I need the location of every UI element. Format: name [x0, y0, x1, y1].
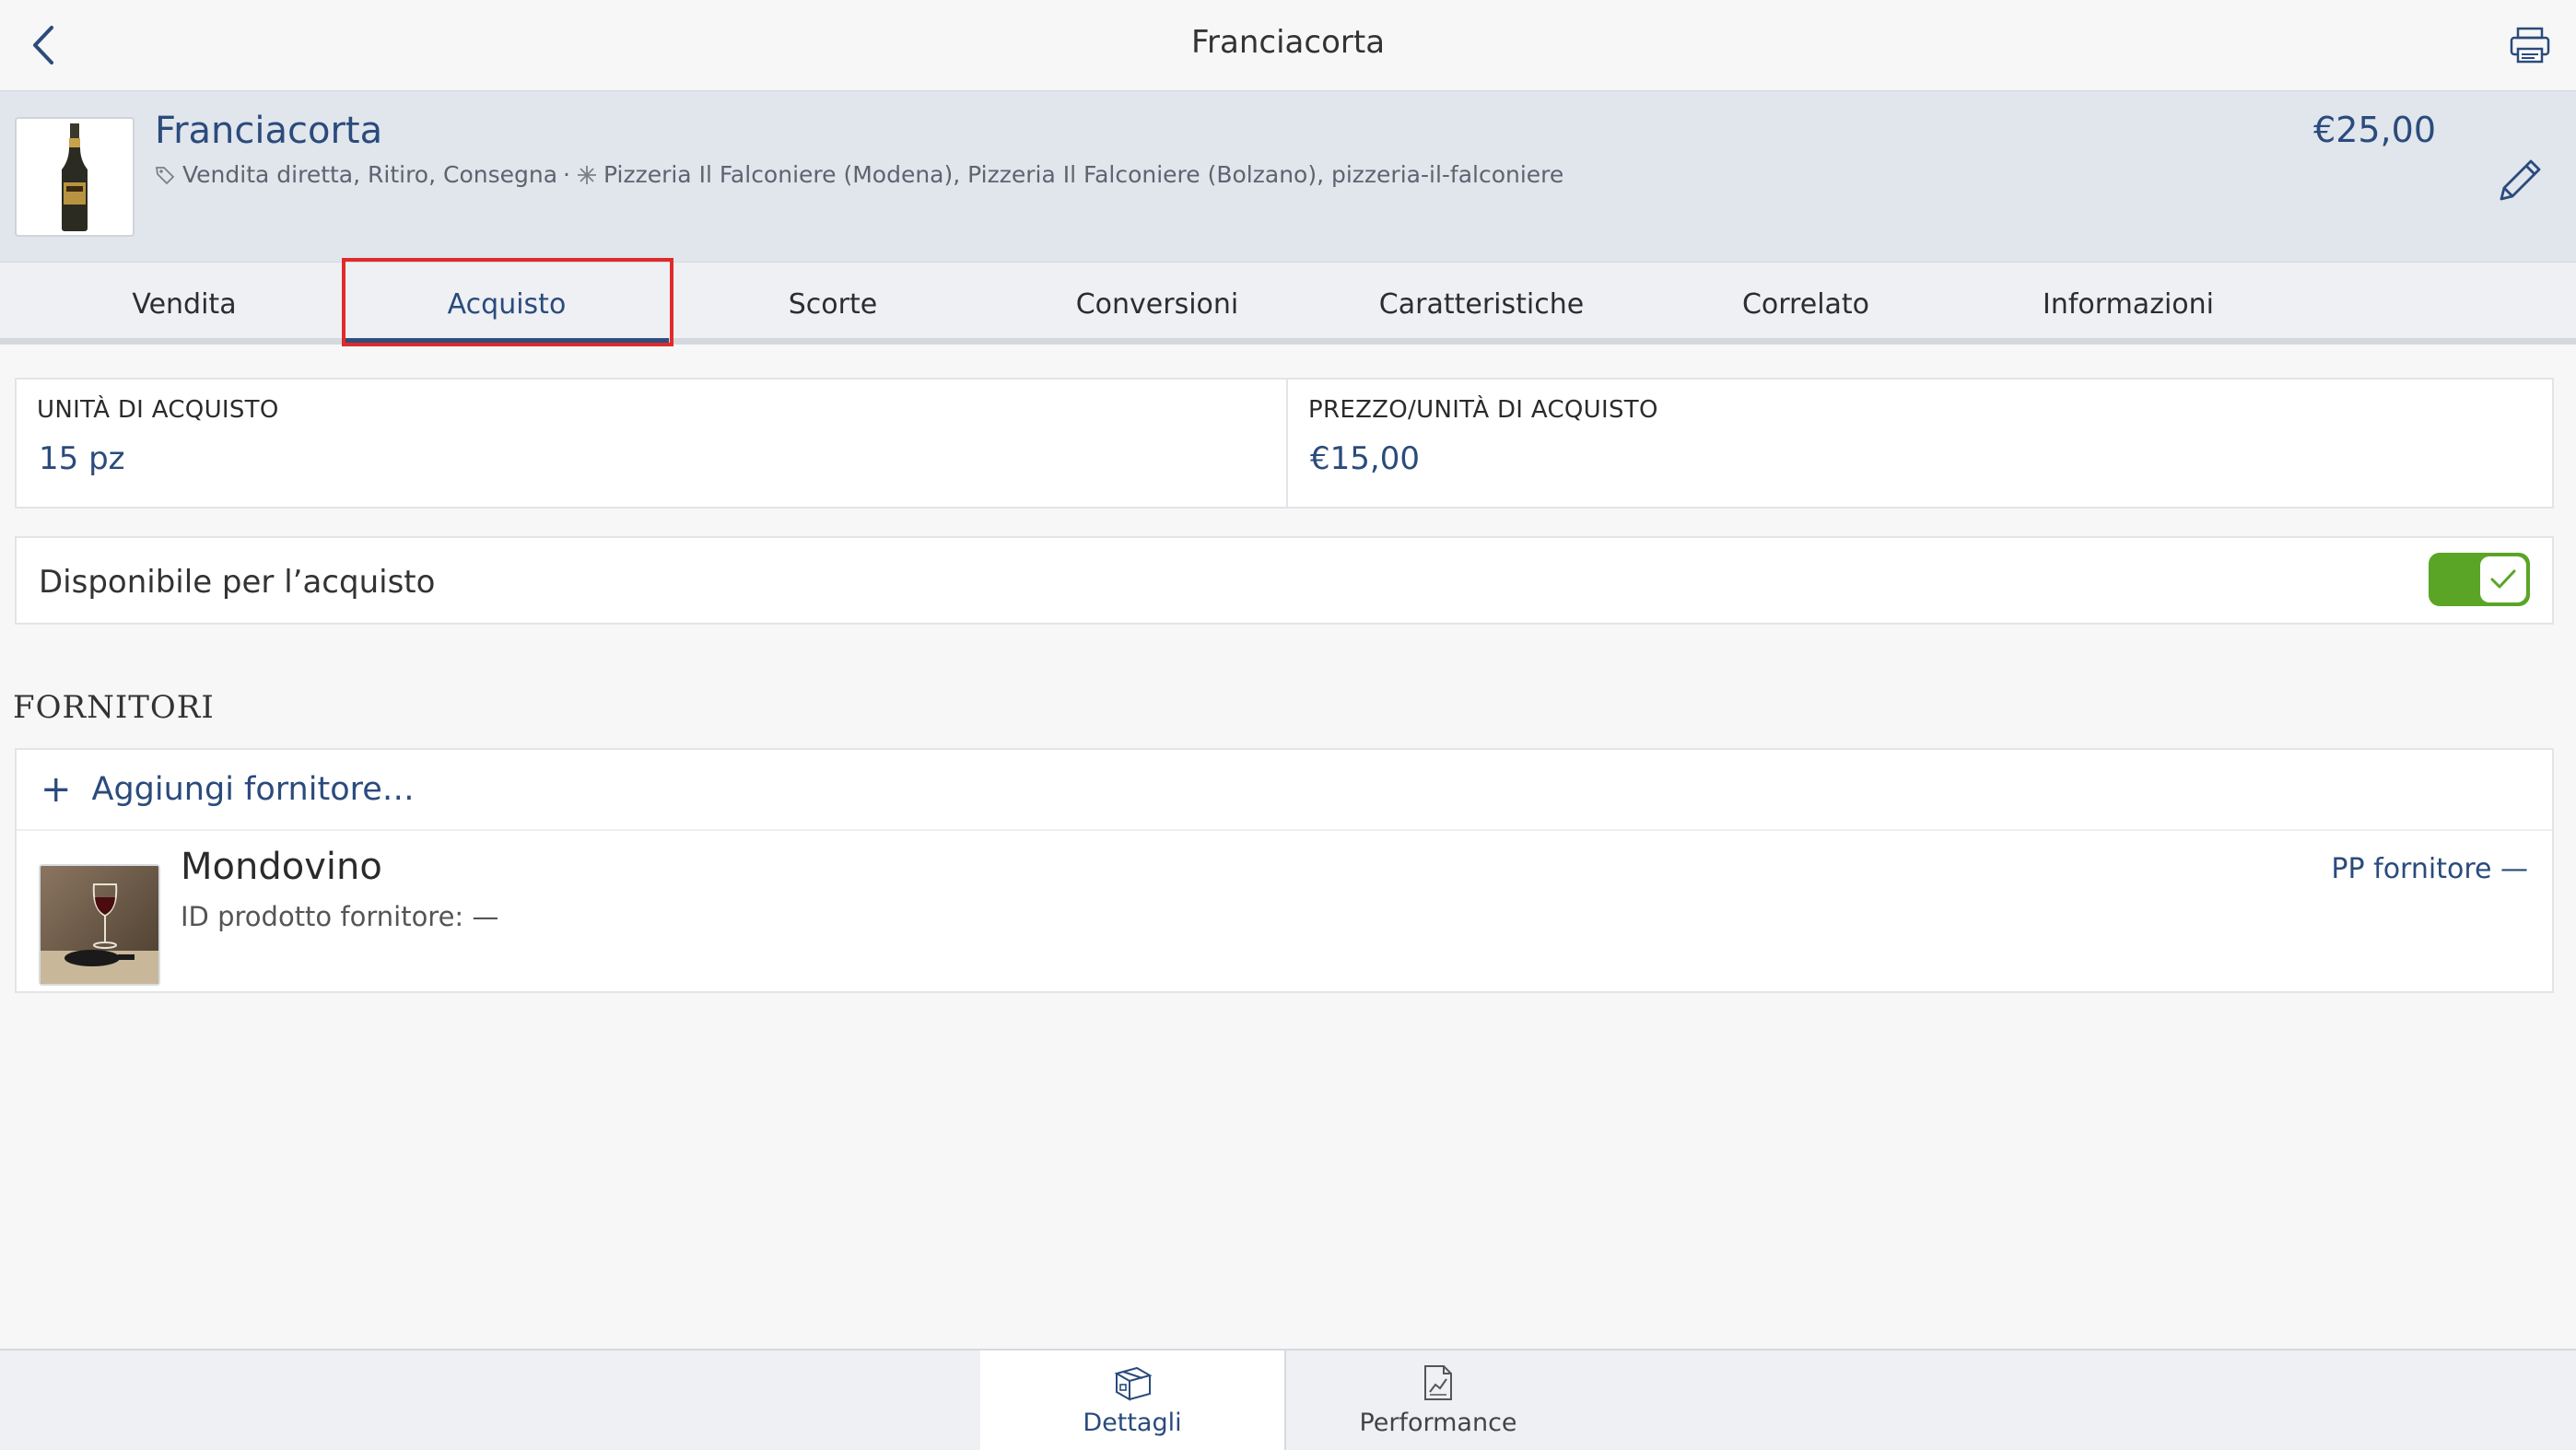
tab-acquisto[interactable]: Acquisto: [345, 263, 669, 345]
product-locations: Pizzeria Il Falconiere (Modena), Pizzeri…: [603, 161, 1564, 188]
purchase-unit-label: UNITÀ DI ACQUISTO: [37, 396, 279, 424]
purchase-unit-field[interactable]: UNITÀ DI ACQUISTO 15 pz: [17, 380, 1286, 507]
availability-toggle[interactable]: [2429, 553, 2530, 606]
supplier-product-id: ID prodotto fornitore: —: [181, 901, 499, 932]
tab-conversioni[interactable]: Conversioni: [995, 263, 1319, 345]
tab-caratteristiche[interactable]: Caratteristiche: [1319, 263, 1644, 345]
bottom-tab-performance[interactable]: Performance: [1286, 1351, 1590, 1450]
bottom-tab-performance-label: Performance: [1359, 1408, 1517, 1437]
bottom-tab-details-label: Dettagli: [1083, 1408, 1182, 1437]
supplier-image: [39, 864, 160, 986]
purchase-unit-value: 15 pz: [39, 440, 125, 477]
availability-row: Disponibile per l’acquisto: [15, 536, 2554, 625]
section-tabs: Vendita Acquisto Scorte Conversioni Cara…: [0, 262, 2576, 345]
wine-glass-image: [41, 866, 158, 984]
tab-correlato[interactable]: Correlato: [1644, 263, 1968, 345]
active-tab-indicator: [345, 338, 669, 345]
purchase-price-value: €15,00: [1310, 440, 1420, 477]
checkmark-icon: [2490, 569, 2516, 589]
suppliers-list: + Aggiungi fornitore… Mondovino ID prodo…: [15, 748, 2554, 993]
separator-dot: ·: [563, 161, 570, 188]
top-nav-bar: Franciacorta: [0, 0, 2576, 90]
suppliers-section-title: FORNITORI: [13, 689, 215, 726]
edit-button[interactable]: [2491, 152, 2548, 209]
tags-icon: [155, 166, 175, 184]
supplier-purchase-price: PP fornitore —: [2331, 853, 2528, 885]
toggle-knob: [2480, 556, 2526, 602]
chart-document-icon: [1424, 1364, 1452, 1400]
add-supplier-button[interactable]: + Aggiungi fornitore…: [17, 750, 2552, 831]
add-supplier-label: Aggiungi fornitore…: [91, 771, 415, 808]
purchase-price-field[interactable]: PREZZO/UNITÀ DI ACQUISTO €15,00: [1286, 380, 2556, 507]
product-name: Franciacorta: [155, 110, 383, 152]
plus-icon: +: [41, 768, 72, 811]
pencil-icon: [2500, 159, 2541, 201]
product-subtitle: Vendita diretta, Ritiro, Consegna · Pizz…: [155, 161, 1563, 188]
bottom-tab-details[interactable]: Dettagli: [980, 1351, 1284, 1450]
wine-bottle-icon: [62, 123, 88, 231]
product-price: €25,00: [2313, 110, 2436, 150]
printer-icon: [2510, 27, 2550, 64]
purchase-price-label: PREZZO/UNITÀ DI ACQUISTO: [1308, 396, 1658, 424]
sales-channels: Vendita diretta, Ritiro, Consegna: [182, 161, 558, 188]
tab-informazioni[interactable]: Informazioni: [1966, 263, 2290, 345]
box-icon: [1114, 1366, 1153, 1401]
page-title: Franciacorta: [1190, 24, 1386, 61]
supplier-name: Mondovino: [181, 846, 382, 888]
product-header: Franciacorta Vendita diretta, Ritiro, Co…: [0, 90, 2576, 262]
purchase-info-panel: UNITÀ DI ACQUISTO 15 pz PREZZO/UNITÀ DI …: [15, 378, 2554, 509]
locations-icon: [577, 165, 596, 184]
tab-scorte[interactable]: Scorte: [671, 263, 995, 345]
bottom-tab-bar: Dettagli Performance: [0, 1349, 2576, 1450]
print-button[interactable]: [2508, 24, 2552, 66]
tab-vendita[interactable]: Vendita: [22, 263, 346, 345]
availability-label: Disponibile per l’acquisto: [39, 564, 436, 601]
product-image: [15, 117, 135, 237]
supplier-row[interactable]: Mondovino ID prodotto fornitore: — PP fo…: [17, 831, 2552, 991]
